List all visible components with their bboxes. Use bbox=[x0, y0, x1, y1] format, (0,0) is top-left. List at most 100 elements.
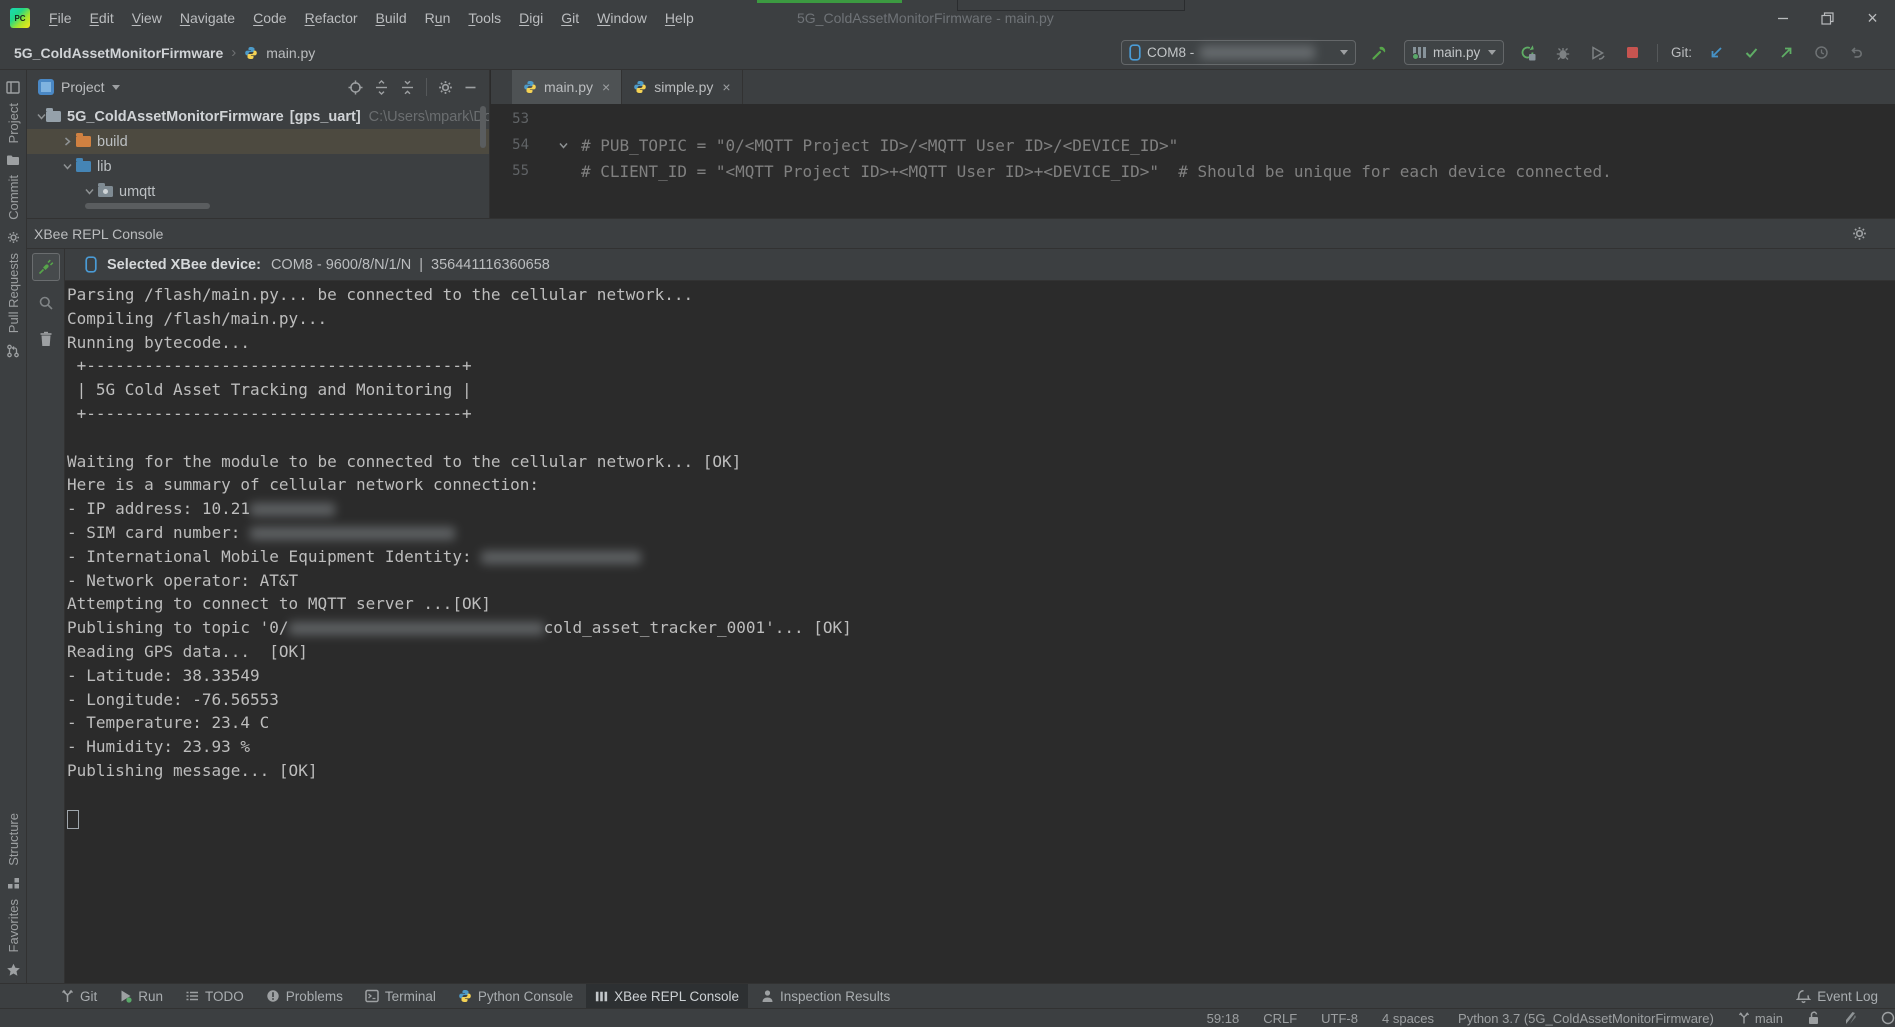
code-area[interactable]: 5354# PUB_TOPIC = "0/<MQTT Project ID>/<… bbox=[491, 104, 1895, 184]
menu-item-git[interactable]: Git bbox=[552, 10, 588, 26]
tree-row-build[interactable]: build bbox=[27, 129, 489, 154]
chevron-down-icon bbox=[1488, 50, 1496, 55]
console-line bbox=[67, 426, 1895, 450]
breadcrumb-file[interactable]: main.py bbox=[266, 45, 315, 61]
tree-row-lib[interactable]: lib bbox=[27, 154, 489, 179]
expand-all-icon[interactable] bbox=[374, 80, 389, 95]
status-indent-setting[interactable]: 4 spaces bbox=[1382, 1011, 1434, 1026]
console-line: - International Mobile Equipment Identit… bbox=[67, 545, 1895, 569]
sidebar-item-project[interactable]: Project bbox=[6, 103, 21, 143]
tab-close-icon[interactable]: × bbox=[602, 79, 610, 95]
redacted-blur bbox=[250, 503, 335, 516]
gear-icon[interactable] bbox=[438, 80, 453, 95]
redacted-blur bbox=[250, 527, 455, 540]
code-line[interactable]: 55# CLIENT_ID = "<MQTT Project ID>+<MQTT… bbox=[491, 158, 1895, 184]
menu-item-run[interactable]: Run bbox=[416, 10, 460, 26]
tool-window-button-python-console[interactable]: Python Console bbox=[449, 984, 582, 1009]
menu-item-build[interactable]: Build bbox=[367, 10, 416, 26]
sidebar-item-commit[interactable]: Commit bbox=[6, 175, 21, 220]
status-git-branch[interactable]: main bbox=[1738, 1011, 1783, 1026]
tool-window-button-run[interactable]: Run bbox=[110, 984, 172, 1009]
unlock-icon[interactable] bbox=[1807, 1011, 1820, 1025]
tree-row-umqtt[interactable]: umqtt bbox=[27, 179, 489, 204]
rerun-button[interactable] bbox=[1517, 42, 1539, 64]
menu-item-file[interactable]: File bbox=[40, 10, 81, 26]
console-line: Reading GPS data... [OK] bbox=[67, 640, 1895, 664]
sidebar-item-pull-requests[interactable]: Pull Requests bbox=[6, 253, 21, 333]
clear-console-button[interactable] bbox=[32, 325, 60, 353]
menu-item-digi[interactable]: Digi bbox=[510, 10, 552, 26]
flash-firmware-button[interactable] bbox=[1369, 42, 1391, 64]
profiler-button[interactable] bbox=[1587, 42, 1609, 64]
tree-item-name: 5G_ColdAssetMonitorFirmware bbox=[67, 109, 284, 125]
tab-label: main.py bbox=[544, 79, 593, 95]
screen-artifact-rect bbox=[957, 0, 1185, 11]
stop-button[interactable] bbox=[1622, 42, 1644, 64]
debug-button[interactable] bbox=[1552, 42, 1574, 64]
tool-window-button-terminal[interactable]: Terminal bbox=[356, 984, 445, 1009]
console-line: Here is a summary of cellular network co… bbox=[67, 473, 1895, 497]
sidebar-item-structure[interactable]: Structure bbox=[6, 813, 21, 866]
status-file-encoding[interactable]: UTF-8 bbox=[1321, 1011, 1358, 1026]
editor-tab-simple-py[interactable]: simple.py× bbox=[622, 70, 742, 104]
status-line-ending[interactable]: CRLF bbox=[1263, 1011, 1297, 1026]
close-window-icon[interactable]: × bbox=[1850, 0, 1895, 36]
tab-close-icon[interactable]: × bbox=[722, 79, 730, 95]
horizontal-scrollbar[interactable] bbox=[85, 203, 210, 209]
tool-window-button-inspection-results[interactable]: Inspection Results bbox=[752, 984, 899, 1009]
code-line[interactable]: 54# PUB_TOPIC = "0/<MQTT Project ID>/<MQ… bbox=[491, 132, 1895, 158]
tool-window-button-todo[interactable]: TODO bbox=[176, 984, 253, 1009]
vertical-scrollbar[interactable] bbox=[480, 106, 486, 148]
sidebar-item-favorites[interactable]: Favorites bbox=[6, 899, 21, 952]
collapse-all-icon[interactable] bbox=[400, 80, 415, 95]
menu-item-help[interactable]: Help bbox=[656, 10, 703, 26]
project-panel-title[interactable]: Project bbox=[61, 79, 105, 95]
console-line: | 5G Cold Asset Tracking and Monitoring … bbox=[67, 378, 1895, 402]
tool-window-button-xbee-repl-console[interactable]: XBee REPL Console bbox=[586, 984, 748, 1009]
console-text: - Longitude: -76.56553 bbox=[67, 690, 279, 709]
highlight-level-icon[interactable] bbox=[1844, 1011, 1857, 1025]
tool-window-label: XBee REPL Console bbox=[614, 989, 739, 1004]
git-commit-button[interactable] bbox=[1740, 42, 1762, 64]
console-line: - Latitude: 38.33549 bbox=[67, 664, 1895, 688]
menu-item-navigate[interactable]: Navigate bbox=[171, 10, 244, 26]
gear-icon[interactable] bbox=[1852, 226, 1867, 241]
tool-window-button-git[interactable]: Git bbox=[52, 984, 106, 1009]
locate-icon[interactable] bbox=[348, 80, 363, 95]
menu-item-edit[interactable]: Edit bbox=[81, 10, 123, 26]
status-caret-position[interactable]: 59:18 bbox=[1207, 1011, 1240, 1026]
search-button[interactable] bbox=[32, 289, 60, 317]
git-history-button[interactable] bbox=[1810, 42, 1832, 64]
git-rollback-button[interactable] bbox=[1845, 42, 1867, 64]
git-push-button[interactable] bbox=[1775, 42, 1797, 64]
stop-icon bbox=[1626, 46, 1639, 59]
restore-window-icon[interactable] bbox=[1805, 0, 1850, 36]
folder-tool-icon bbox=[6, 154, 20, 166]
header-divider bbox=[426, 78, 427, 96]
menu-item-tools[interactable]: Tools bbox=[459, 10, 510, 26]
code-line[interactable]: 53 bbox=[491, 106, 1895, 132]
profiler-icon bbox=[1590, 45, 1606, 61]
editor-tab-main-py[interactable]: main.py × bbox=[512, 70, 622, 104]
console-text: Attempting to connect to MQTT server ...… bbox=[67, 594, 491, 613]
tool-window-button-problems[interactable]: Problems bbox=[257, 984, 352, 1009]
git-update-button[interactable] bbox=[1705, 42, 1727, 64]
push-arrow-icon bbox=[1779, 45, 1794, 60]
tree-row-5G_ColdAssetMonitorFirmware[interactable]: 5G_ColdAssetMonitorFirmware[gps_uart]C:\… bbox=[27, 104, 489, 129]
breadcrumb-project[interactable]: 5G_ColdAssetMonitorFirmware bbox=[14, 45, 223, 61]
hide-panel-icon[interactable] bbox=[464, 81, 477, 94]
fold-marker[interactable] bbox=[545, 141, 581, 150]
chevron-down-icon[interactable] bbox=[112, 85, 120, 90]
menu-item-refactor[interactable]: Refactor bbox=[296, 10, 367, 26]
menu-item-view[interactable]: View bbox=[123, 10, 171, 26]
menu-item-window[interactable]: Window bbox=[588, 10, 656, 26]
status-python-interpreter[interactable]: Python 3.7 (5G_ColdAssetMonitorFirmware) bbox=[1458, 1011, 1714, 1026]
event-log-button[interactable]: Event Log bbox=[1787, 984, 1887, 1009]
run-configuration-selector[interactable]: main.py bbox=[1404, 40, 1504, 65]
tree-item-name: build bbox=[97, 134, 128, 150]
console-output[interactable]: Parsing /flash/main.py... be connected t… bbox=[65, 281, 1895, 983]
connect-plug-button[interactable] bbox=[32, 253, 60, 281]
menu-item-code[interactable]: Code bbox=[244, 10, 295, 26]
minimize-window-icon[interactable] bbox=[1760, 0, 1805, 36]
xbee-device-selector[interactable]: COM8 - bbox=[1121, 40, 1356, 65]
